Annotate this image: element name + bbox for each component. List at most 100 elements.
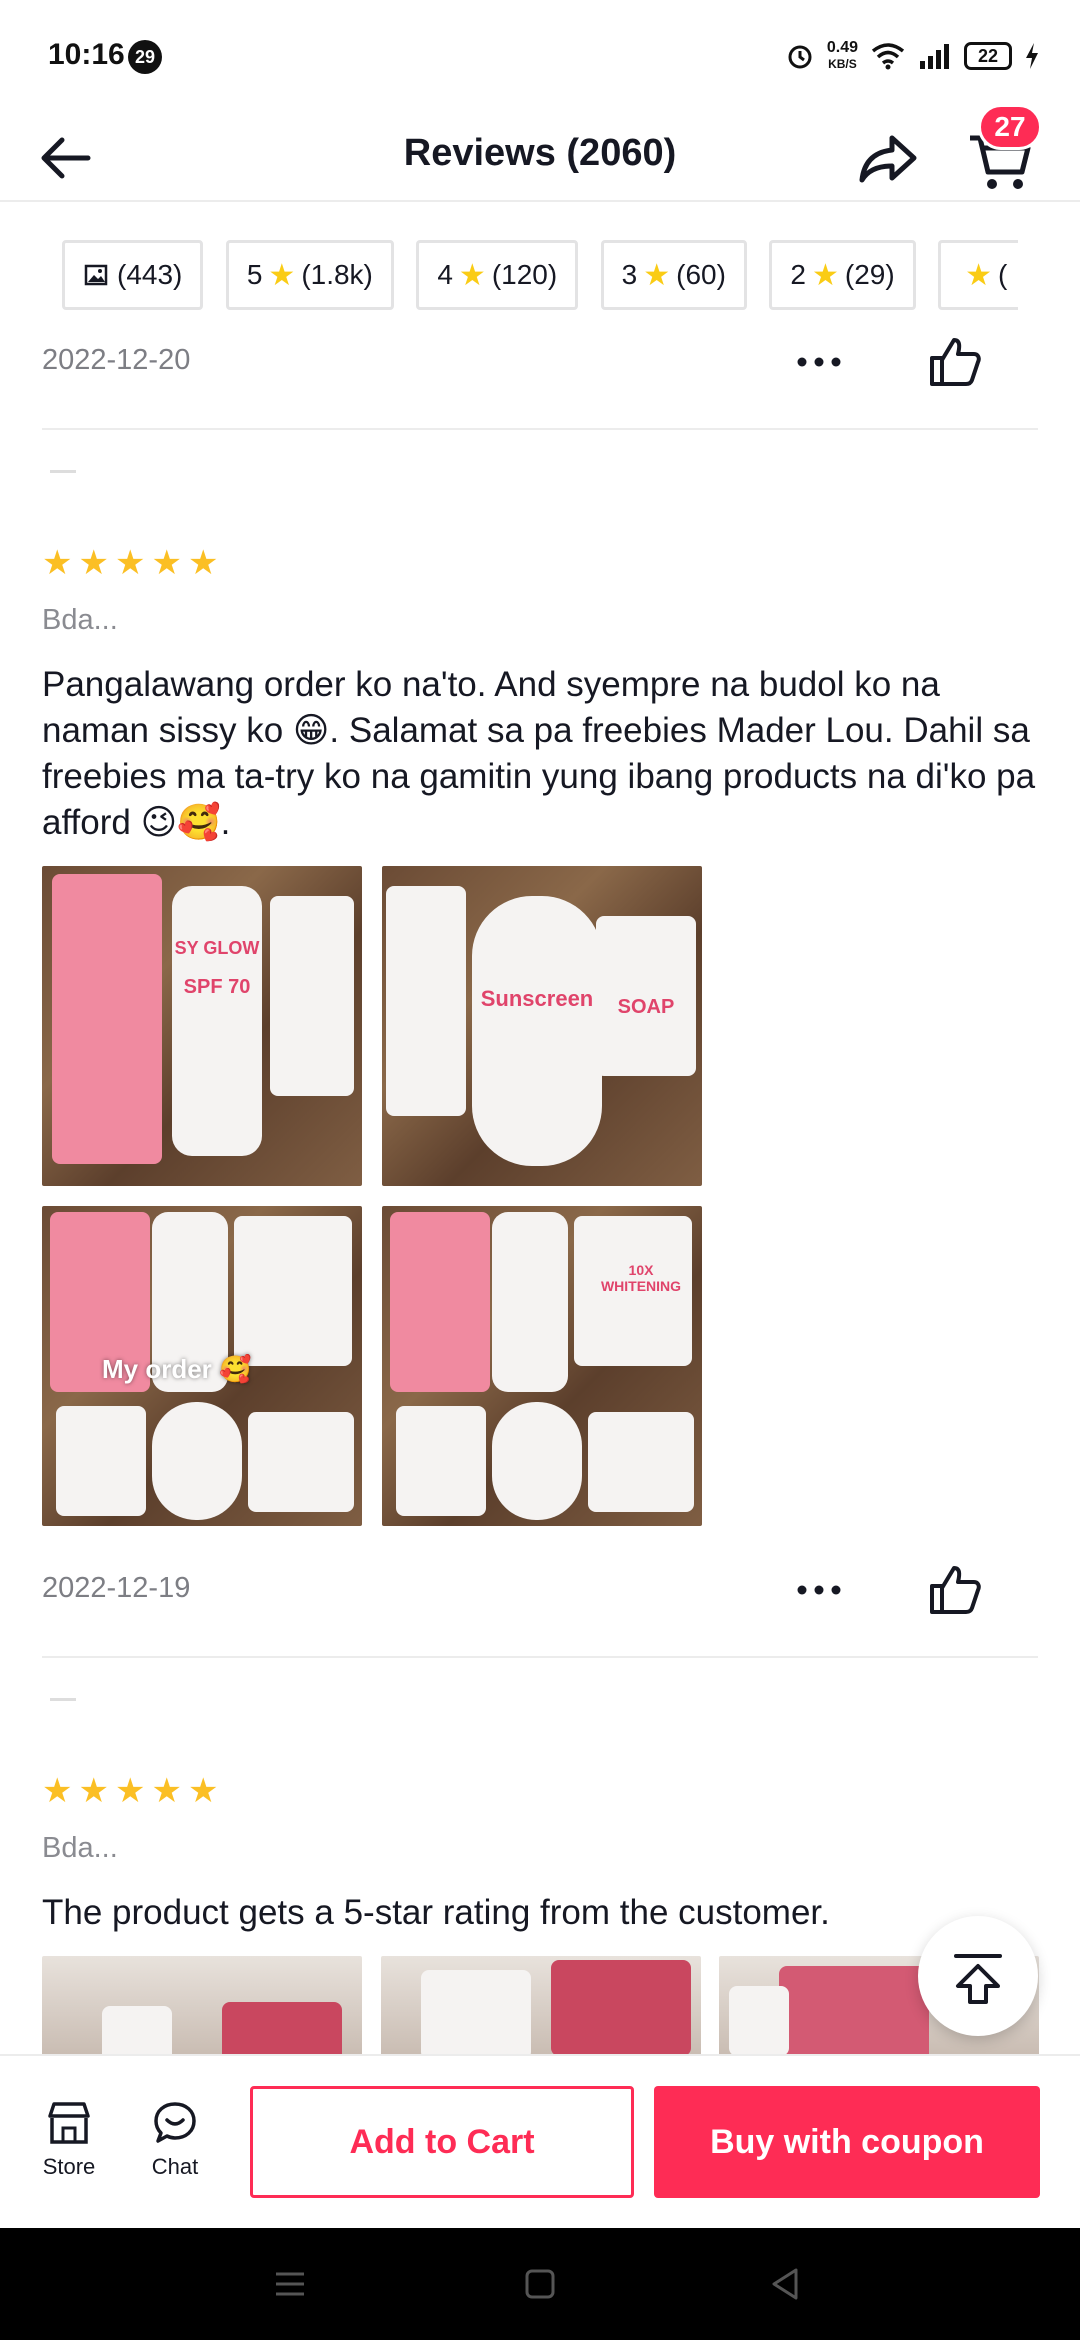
star-icon: ★ xyxy=(114,544,146,582)
product-pouch xyxy=(779,1966,929,2056)
product-pouch xyxy=(52,874,162,1164)
product-label: 10X WHITENING xyxy=(600,1262,682,1294)
reviewer-name: Bda... xyxy=(42,1832,118,1864)
filter-count: (29) xyxy=(844,259,895,290)
system-nav-bar xyxy=(0,2228,1080,2340)
battery-indicator: 22 xyxy=(964,42,1012,70)
alarm-icon xyxy=(788,45,812,69)
star-icon: ★ xyxy=(187,544,219,582)
signal-icon xyxy=(920,44,949,69)
page-header: Reviews (2060) xyxy=(0,110,1080,202)
notification-count-badge: 29 xyxy=(128,40,162,74)
thumbs-up-icon[interactable] xyxy=(926,334,982,390)
review-text: Pangalawang order ko na'to. And syempre … xyxy=(42,665,1036,842)
arrow-up-icon xyxy=(954,1954,1002,2004)
product-soap xyxy=(234,1216,352,1366)
product-bottle xyxy=(492,1402,582,1520)
product-label: SY GLOW xyxy=(174,938,260,958)
star-icon: ★ xyxy=(811,258,839,292)
store-icon xyxy=(48,2102,90,2144)
status-time: 10:16 xyxy=(48,38,125,71)
star-icon: ★ xyxy=(42,1772,73,1810)
star-icon: ★ xyxy=(151,1772,182,1810)
product-bar xyxy=(56,1406,146,1516)
product-pouch xyxy=(222,2002,342,2056)
scroll-to-top-button[interactable] xyxy=(918,1916,1038,2036)
product-soap xyxy=(270,896,354,1096)
product-bottle xyxy=(472,896,602,1166)
product-tube xyxy=(492,1212,568,1392)
bottom-action-bar: Store Chat Add to Cart Buy with coupon xyxy=(0,2054,1080,2228)
review-date: 2022-12-20 xyxy=(42,344,191,376)
rating-stars: ★ ★ ★ ★ ★ xyxy=(42,1774,218,1808)
product-label: Sunscreen xyxy=(480,986,594,1011)
star-icon: ★ xyxy=(187,1772,219,1810)
review-divider xyxy=(42,1656,1038,1658)
star-icon: ★ xyxy=(78,1772,109,1810)
filter-1-star[interactable]: ★( xyxy=(938,240,1018,310)
store-label: Store xyxy=(42,2154,96,2179)
filter-2-star[interactable]: 2 ★ (29) xyxy=(769,240,916,310)
more-options-icon[interactable] xyxy=(796,352,842,372)
filter-count: (443) xyxy=(117,259,183,290)
filter-3-star[interactable]: 3 ★ (60) xyxy=(600,240,747,310)
review-photo[interactable]: SY GLOW SPF 70 xyxy=(42,866,362,1186)
chat-button[interactable]: Chat xyxy=(130,2100,220,2180)
filter-rating: 4 xyxy=(437,259,453,290)
back-icon[interactable] xyxy=(766,2264,806,2304)
star-icon: ★ xyxy=(114,1772,146,1810)
star-icon: ★ xyxy=(643,258,671,292)
filter-count: (1.8k) xyxy=(301,259,373,290)
rating-filter-row: (443) 5 ★ (1.8k) 4 ★ (120) 3 ★ (60) 2 ★ (29) ★( xyxy=(62,240,1018,312)
filter-5-star[interactable]: 5 ★ (1.8k) xyxy=(225,240,394,310)
cart-count-badge: 27 xyxy=(978,104,1042,150)
filter-count: (120) xyxy=(491,259,558,290)
product-tube xyxy=(172,886,262,1156)
share-icon[interactable] xyxy=(856,126,920,190)
star-icon: ★ xyxy=(965,258,993,292)
star-icon: ★ xyxy=(78,544,109,582)
star-icon: ★ xyxy=(458,258,486,292)
filter-rating: 5 xyxy=(246,259,263,290)
add-to-cart-button[interactable]: Add to Cart xyxy=(250,2086,634,2198)
product-soap xyxy=(248,1412,354,1512)
star-icon: ★ xyxy=(268,258,296,292)
reviewer-name: Bda... xyxy=(42,604,118,636)
recent-apps-icon[interactable] xyxy=(270,2264,310,2304)
review-photo[interactable]: My order 🥰 xyxy=(42,1206,362,1526)
product-soap xyxy=(588,1412,694,1512)
thumbs-up-icon[interactable] xyxy=(926,1562,982,1618)
rating-stars: ★ ★ ★ ★ ★ xyxy=(42,546,218,580)
network-speed-value: 0.49 xyxy=(826,39,858,56)
store-button[interactable]: Store xyxy=(24,2100,114,2180)
status-bar: 10:16 29 0.49 KB/S 22 xyxy=(0,0,1080,110)
avatar xyxy=(50,470,76,473)
filter-count: (60) xyxy=(676,259,726,290)
review-photo[interactable]: 10X WHITENING xyxy=(382,1206,702,1526)
avatar xyxy=(50,1698,76,1701)
buy-with-coupon-button[interactable]: Buy with coupon xyxy=(654,2086,1040,2198)
network-speed: 0.49 KB/S xyxy=(827,40,858,72)
review-photo[interactable] xyxy=(381,1956,701,2056)
review-text: The product gets a 5-star rating from th… xyxy=(42,1893,830,1932)
more-options-icon[interactable] xyxy=(796,1580,842,1600)
filter-with-photos[interactable]: (443) xyxy=(62,240,204,310)
filter-rating: 3 xyxy=(621,259,638,290)
charging-icon xyxy=(1026,43,1038,69)
product-tube xyxy=(729,1986,789,2056)
product-label: SOAP xyxy=(617,996,675,1018)
star-icon: ★ xyxy=(151,544,182,582)
chat-label: Chat xyxy=(151,2154,199,2179)
product-tube xyxy=(421,1970,531,2056)
home-icon[interactable] xyxy=(520,2264,560,2304)
filter-4-star[interactable]: 4 ★ (120) xyxy=(416,240,579,310)
chat-icon xyxy=(154,2102,196,2143)
photo-caption: My order 🥰 xyxy=(102,1354,252,1384)
network-speed-unit: KB/S xyxy=(828,57,857,71)
review-photo[interactable]: Sunscreen SOAP xyxy=(382,866,702,1186)
wifi-icon xyxy=(871,43,905,70)
filter-rating: 2 xyxy=(790,259,806,290)
product-bar xyxy=(396,1406,486,1516)
review-photo[interactable] xyxy=(42,1956,362,2056)
status-icons: 0.49 KB/S 22 xyxy=(785,36,1040,76)
